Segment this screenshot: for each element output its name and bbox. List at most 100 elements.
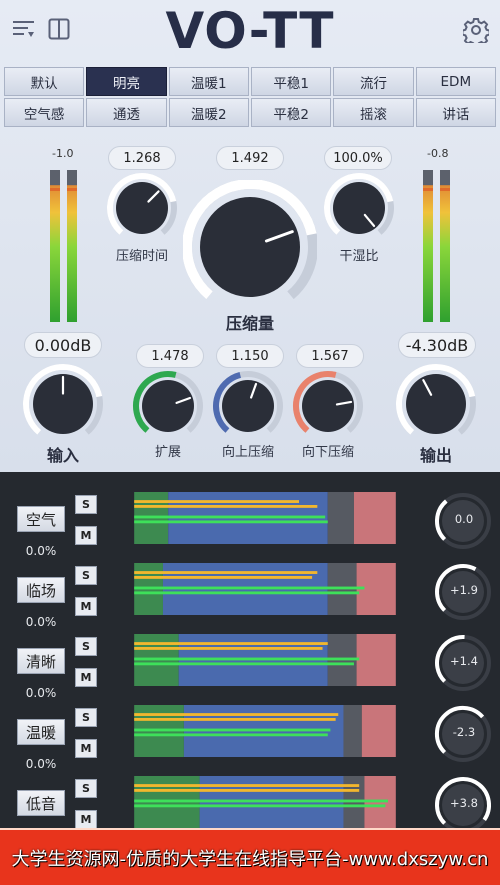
compression-value[interactable]: 1.492: [216, 146, 284, 170]
level-bar-green-2: [134, 804, 386, 808]
meter-peak-hold: [440, 188, 450, 191]
expand-value[interactable]: 1.478: [136, 344, 204, 368]
spectrum-high-zone: [361, 705, 396, 757]
band-gain-value: +1.4: [450, 654, 478, 668]
knob-body: [142, 380, 194, 432]
app-title: VO-TT: [165, 2, 335, 60]
mute-button[interactable]: M: [75, 597, 97, 616]
solo-button[interactable]: S: [75, 495, 97, 514]
mute-button[interactable]: M: [75, 526, 97, 545]
downward-knob[interactable]: [292, 370, 364, 442]
level-bar-yellow-1: [134, 642, 328, 645]
input-label: 输入: [46, 446, 79, 465]
comp-time-value[interactable]: 1.268: [108, 146, 176, 170]
band-percent: 0.0%: [25, 757, 57, 771]
band-percent: 0.0%: [25, 686, 57, 700]
spectrum-high-zone: [353, 492, 396, 544]
meter-peak-hold: [423, 188, 433, 191]
mute-button[interactable]: M: [75, 739, 97, 758]
level-bar-green-2: [134, 591, 360, 595]
band-spectrum-display: [134, 492, 396, 544]
meter-peak-hold: [50, 188, 60, 191]
band-row: 临场 0.0% S M +1.9: [0, 563, 500, 634]
preset-warm2[interactable]: 温暖2: [168, 98, 249, 127]
expand-knob[interactable]: [132, 370, 204, 442]
meter-fill: [67, 185, 77, 322]
mute-button[interactable]: M: [75, 810, 97, 829]
banner-text: 大学生资源网-优质的大学生在线指导平台-www.dxszyw.cn: [11, 848, 489, 870]
knob-body: [333, 182, 385, 234]
upward-value[interactable]: 1.150: [216, 344, 284, 368]
compression-label: 压缩量: [225, 314, 274, 333]
preset-default[interactable]: 默认: [4, 67, 85, 96]
preset-airy[interactable]: 空气感: [4, 98, 85, 127]
preset-edm[interactable]: EDM: [415, 67, 496, 96]
band-percent: 0.0%: [25, 544, 57, 558]
upward-knob[interactable]: [212, 370, 284, 442]
meter-peak-hold: [67, 188, 77, 191]
dry-wet-knob[interactable]: [323, 172, 395, 244]
level-bar-yellow-2: [134, 576, 313, 579]
band-gain-value: 0.0: [454, 512, 474, 526]
comp-time-knob[interactable]: [106, 172, 178, 244]
level-bar-green-1: [134, 728, 331, 732]
dry-wet-label: 干湿比: [339, 249, 379, 264]
preset-clear[interactable]: 通透: [86, 98, 167, 127]
preset-smooth2[interactable]: 平稳2: [251, 98, 332, 127]
output-level-meter: [423, 170, 450, 322]
band-gain-value: -2.3: [452, 725, 476, 739]
expand-label: 扩展: [154, 445, 181, 460]
input-gain-value[interactable]: 0.00dB: [24, 332, 102, 358]
knob-body: [200, 197, 300, 297]
level-bar-green-1: [134, 586, 365, 590]
band-name-button[interactable]: 温暖: [17, 719, 65, 745]
output-knob[interactable]: [395, 363, 477, 445]
band-name-button[interactable]: 低音: [17, 790, 65, 816]
band-gain-value: +3.8: [450, 796, 478, 810]
control-panel: VO-TT 默认 明亮 温暖1 平稳1 流行 EDM 空气感 通透 温暖2 平稳…: [0, 0, 500, 472]
meter-fill: [423, 185, 433, 322]
gear-icon[interactable]: [461, 17, 491, 48]
level-bar-yellow-2: [134, 789, 360, 792]
preset-rock[interactable]: 摇滚: [333, 98, 414, 127]
solo-button[interactable]: S: [75, 566, 97, 585]
site-banner: 大学生资源网-优质的大学生在线指导平台-www.dxszyw.cn: [0, 828, 500, 885]
knob-body: [406, 374, 466, 434]
band-spectrum-display: [134, 634, 396, 686]
level-bar-green-1: [134, 657, 360, 661]
input-knob[interactable]: [22, 363, 104, 445]
preset-bright[interactable]: 明亮: [86, 67, 167, 96]
preset-warm1[interactable]: 温暖1: [168, 67, 249, 96]
level-bar-yellow-2: [134, 505, 318, 508]
output-peak-value: -0.8: [427, 147, 449, 160]
comp-time-label: 压缩时间: [115, 249, 168, 264]
knob-body: [222, 380, 274, 432]
level-bar-green-2: [134, 520, 328, 524]
band-gain-value: +1.9: [450, 583, 478, 597]
solo-button[interactable]: S: [75, 637, 97, 656]
downward-label: 向下压缩: [301, 445, 354, 460]
preset-speech[interactable]: 讲话: [415, 98, 496, 127]
input-peak-value: -1.0: [52, 147, 74, 160]
input-level-meter: [50, 170, 77, 322]
output-gain-value[interactable]: -4.30dB: [398, 332, 476, 358]
level-bar-green-2: [134, 733, 328, 737]
level-bar-yellow-1: [134, 500, 300, 503]
band-name-button[interactable]: 空气: [17, 506, 65, 532]
mute-button[interactable]: M: [75, 668, 97, 687]
spectrum-high-zone: [356, 634, 396, 686]
preset-pop[interactable]: 流行: [333, 67, 414, 96]
preset-smooth1[interactable]: 平稳1: [251, 67, 332, 96]
level-bar-yellow-1: [134, 784, 360, 787]
solo-button[interactable]: S: [75, 708, 97, 727]
output-label: 输出: [419, 446, 452, 465]
band-percent: 0.0%: [25, 615, 57, 629]
solo-button[interactable]: S: [75, 779, 97, 798]
spectrum-gap-zone: [343, 705, 362, 757]
compression-knob[interactable]: [183, 180, 317, 314]
dry-wet-value[interactable]: 100.0%: [324, 146, 392, 170]
band-name-button[interactable]: 清晰: [17, 648, 65, 674]
band-spectrum-display: [134, 705, 396, 757]
band-name-button[interactable]: 临场: [17, 577, 65, 603]
downward-value[interactable]: 1.567: [296, 344, 364, 368]
